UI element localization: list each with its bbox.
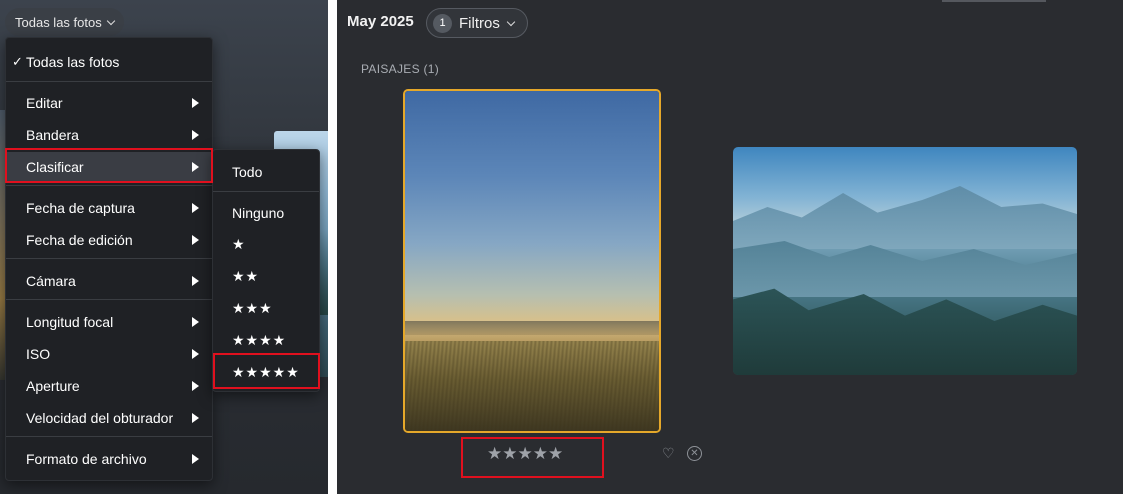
panel-divider bbox=[328, 0, 337, 494]
menu-item-longitud-focal[interactable]: Longitud focal bbox=[6, 307, 212, 337]
photo-rating-stars[interactable]: ★★★★★ bbox=[487, 444, 563, 464]
left-panel: Todas las fotos ✓ Todas las fotos Editar… bbox=[0, 0, 328, 494]
menu-separator bbox=[6, 436, 212, 437]
filters-button[interactable]: 1 Filtros bbox=[426, 8, 528, 38]
date-title: May 2025 bbox=[347, 13, 414, 30]
selected-photo[interactable] bbox=[403, 89, 661, 433]
menu-item-fecha-de-captura[interactable]: Fecha de captura bbox=[6, 193, 212, 223]
reject-icon[interactable]: ✕ bbox=[687, 446, 702, 461]
submenu-item-2-stars[interactable]: ★★ bbox=[213, 261, 319, 291]
submenu-item-5-stars[interactable]: ★★★★★ bbox=[213, 357, 319, 387]
submenu-arrow-icon bbox=[192, 381, 199, 391]
filter-count-badge: 1 bbox=[433, 13, 452, 33]
filters-label: Filtros bbox=[459, 14, 500, 32]
menu-item-label: Velocidad del obturador bbox=[26, 410, 174, 426]
star-rating-icon: ★★★★★ bbox=[232, 363, 300, 380]
menu-item-label: Cámara bbox=[26, 273, 76, 289]
submenu-arrow-icon bbox=[192, 235, 199, 245]
menu-separator bbox=[6, 299, 212, 300]
menu-item-label: ISO bbox=[26, 346, 51, 362]
menu-item-label: Fecha de edición bbox=[26, 232, 133, 248]
star-rating-icon: ★★★ bbox=[232, 299, 273, 316]
submenu-item-todo[interactable]: Todo bbox=[213, 157, 319, 187]
menu-item-formato-de-archivo[interactable]: Formato de archivo bbox=[6, 444, 212, 474]
submenu-arrow-icon bbox=[192, 276, 199, 286]
menu-item-iso[interactable]: ISO bbox=[6, 339, 212, 369]
menu-separator bbox=[6, 258, 212, 259]
menu-item-clasificar[interactable]: Clasificar bbox=[6, 152, 212, 182]
right-panel: May 2025 1 Filtros PAISAJES (1) ★★★★★ ♡ … bbox=[337, 0, 1123, 494]
star-rating-icon: ★★ bbox=[232, 267, 260, 284]
all-photos-filter-button[interactable]: Todas las fotos bbox=[5, 8, 124, 36]
filter-menu: ✓ Todas las fotos Editar Bandera Clasifi… bbox=[5, 37, 213, 481]
menu-separator bbox=[6, 185, 212, 186]
rating-submenu: Todo Ninguno ★ ★★ ★★★ ★★★★ ★★★★★ bbox=[212, 149, 320, 392]
menu-item-label: Editar bbox=[26, 95, 63, 111]
menu-item-camara[interactable]: Cámara bbox=[6, 266, 212, 296]
menu-item-aperture[interactable]: Aperture bbox=[6, 371, 212, 401]
photo-thumbnail[interactable] bbox=[733, 147, 1077, 375]
chevron-down-icon bbox=[106, 16, 115, 25]
star-rating-icon[interactable]: ★★★★★ bbox=[487, 444, 563, 464]
submenu-arrow-icon bbox=[192, 98, 199, 108]
menu-item-label: Clasificar bbox=[26, 159, 84, 175]
submenu-arrow-icon bbox=[192, 317, 199, 327]
menu-item-label: Aperture bbox=[26, 378, 80, 394]
menu-item-label: Fecha de captura bbox=[26, 200, 135, 216]
submenu-arrow-icon bbox=[192, 454, 199, 464]
menu-item-label: Formato de archivo bbox=[26, 451, 147, 467]
submenu-arrow-icon bbox=[192, 162, 199, 172]
submenu-item-1-star[interactable]: ★ bbox=[213, 229, 319, 259]
heart-icon[interactable]: ♡ bbox=[662, 445, 675, 462]
chevron-down-icon bbox=[506, 17, 516, 26]
photo-field bbox=[405, 341, 659, 431]
submenu-item-4-stars[interactable]: ★★★★ bbox=[213, 325, 319, 355]
submenu-arrow-icon bbox=[192, 130, 199, 140]
submenu-arrow-icon bbox=[192, 413, 199, 423]
submenu-item-ninguno[interactable]: Ninguno bbox=[213, 198, 319, 228]
menu-item-todas-las-fotos[interactable]: ✓ Todas las fotos bbox=[6, 47, 212, 77]
submenu-item-label: Todo bbox=[232, 164, 263, 180]
menu-item-editar[interactable]: Editar bbox=[6, 88, 212, 118]
menu-separator bbox=[6, 81, 212, 82]
submenu-item-3-stars[interactable]: ★★★ bbox=[213, 293, 319, 323]
menu-separator bbox=[213, 191, 319, 192]
photo-horizon bbox=[405, 321, 659, 335]
photo-mountains-far bbox=[733, 186, 1077, 249]
menu-item-fecha-de-edicion[interactable]: Fecha de edición bbox=[6, 225, 212, 255]
star-rating-icon: ★ bbox=[232, 235, 246, 252]
menu-item-bandera[interactable]: Bandera bbox=[6, 120, 212, 150]
checkmark-icon: ✓ bbox=[12, 54, 23, 69]
menu-item-label: Longitud focal bbox=[26, 314, 114, 330]
filter-button-label: Todas las fotos bbox=[15, 14, 102, 30]
section-label: PAISAJES (1) bbox=[361, 62, 440, 76]
star-rating-icon: ★★★★ bbox=[232, 331, 287, 348]
submenu-arrow-icon bbox=[192, 203, 199, 213]
top-edge-element bbox=[942, 0, 1046, 2]
menu-item-label: Todas las fotos bbox=[26, 54, 120, 70]
menu-item-velocidad-del-obturador[interactable]: Velocidad del obturador bbox=[6, 403, 212, 433]
menu-item-label: Bandera bbox=[26, 127, 79, 143]
submenu-item-label: Ninguno bbox=[232, 205, 285, 221]
submenu-arrow-icon bbox=[192, 349, 199, 359]
